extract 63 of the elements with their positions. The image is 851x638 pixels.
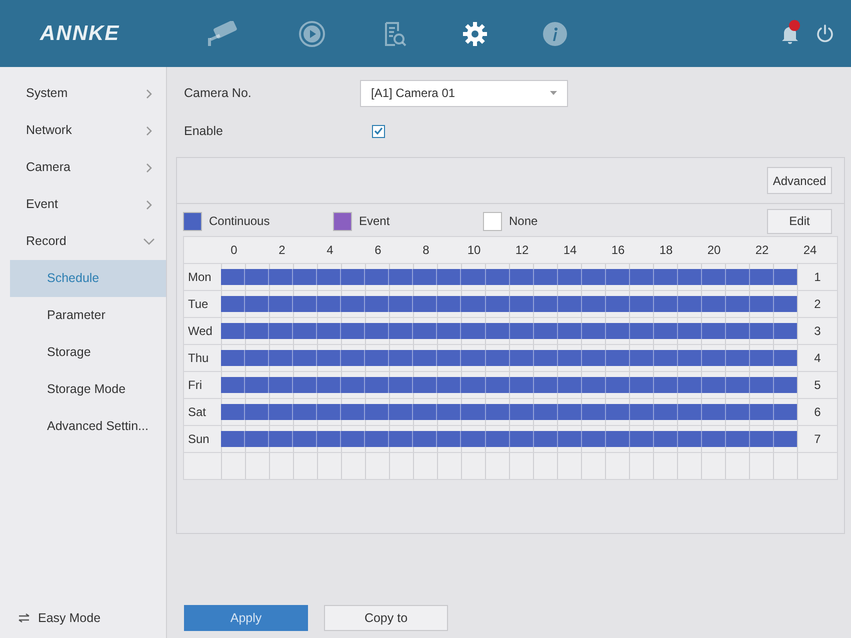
- caret-icon: [550, 91, 557, 95]
- day-label: Sun: [188, 431, 210, 448]
- hour-label: 2: [278, 242, 286, 259]
- day-label: Fri: [188, 377, 202, 394]
- schedule-bar[interactable]: [221, 323, 797, 339]
- day-label: Thu: [188, 350, 209, 367]
- field-label: Camera No.: [184, 84, 252, 102]
- advanced-button[interactable]: Advanced: [767, 167, 832, 194]
- sidebar-item[interactable]: Event: [0, 186, 166, 223]
- logo: ANNKE: [38, 20, 121, 47]
- hour-label: 6: [374, 242, 382, 259]
- day-number: 4: [814, 350, 821, 367]
- swap-icon: [18, 613, 30, 623]
- hour-label: 14: [563, 242, 577, 259]
- day-number: 2: [814, 296, 821, 313]
- day-number: 7: [814, 431, 821, 448]
- sidebar-subitem[interactable]: Storage Mode: [10, 371, 166, 408]
- sidebar-subitem[interactable]: Advanced Settin...: [10, 408, 166, 445]
- camera-dropdown[interactable]: [A1] Camera 01: [360, 80, 568, 106]
- legend-label: None: [509, 213, 538, 230]
- hour-label: 20: [707, 242, 721, 259]
- day-label: Sat: [188, 404, 206, 421]
- schedule-bar[interactable]: [221, 296, 797, 312]
- day-label: Wed: [188, 323, 212, 340]
- chevron-down-icon: [142, 238, 156, 246]
- info-icon[interactable]: [542, 20, 568, 46]
- power-icon[interactable]: [815, 24, 835, 44]
- enable-checkbox[interactable]: [372, 124, 385, 138]
- hour-label: 24: [803, 242, 817, 259]
- hour-label: 16: [611, 242, 625, 259]
- hour-label: 8: [422, 242, 430, 259]
- sidebar-item[interactable]: Record: [0, 223, 166, 260]
- sidebar-item[interactable]: Network: [0, 112, 166, 149]
- hour-label: 4: [326, 242, 334, 259]
- schedule-bar[interactable]: [221, 431, 797, 447]
- edit-button[interactable]: Edit: [767, 208, 832, 234]
- settings-icon[interactable]: [462, 20, 488, 46]
- hour-label: 22: [755, 242, 769, 259]
- day-label: Tue: [188, 296, 208, 313]
- bell-icon[interactable]: [781, 22, 799, 44]
- sidebar-subitem[interactable]: Storage: [10, 334, 166, 371]
- schedule-bar[interactable]: [221, 350, 797, 366]
- action-button[interactable]: Copy to: [324, 605, 448, 631]
- day-label: Mon: [188, 269, 212, 286]
- schedule-bar[interactable]: [221, 404, 797, 420]
- hour-label: 10: [467, 242, 481, 259]
- legend-label: Continuous: [209, 213, 270, 230]
- hour-label: 0: [230, 242, 238, 259]
- sidebar-item[interactable]: Camera: [0, 149, 166, 186]
- schedule-bar[interactable]: [221, 269, 797, 285]
- field-label: Enable: [184, 122, 224, 140]
- day-number: 1: [814, 269, 821, 286]
- day-number: 6: [814, 404, 821, 421]
- sidebar-item[interactable]: System: [0, 75, 166, 112]
- legend-label: Event: [359, 213, 390, 230]
- playback-icon[interactable]: [298, 20, 326, 48]
- day-number: 3: [814, 323, 821, 340]
- sidebar-subitem[interactable]: Parameter: [10, 297, 166, 334]
- hour-label: 12: [515, 242, 529, 259]
- hour-label: 18: [659, 242, 673, 259]
- day-number: 5: [814, 377, 821, 394]
- easy-mode-button[interactable]: Easy Mode: [0, 606, 166, 630]
- schedule-bar[interactable]: [221, 377, 797, 393]
